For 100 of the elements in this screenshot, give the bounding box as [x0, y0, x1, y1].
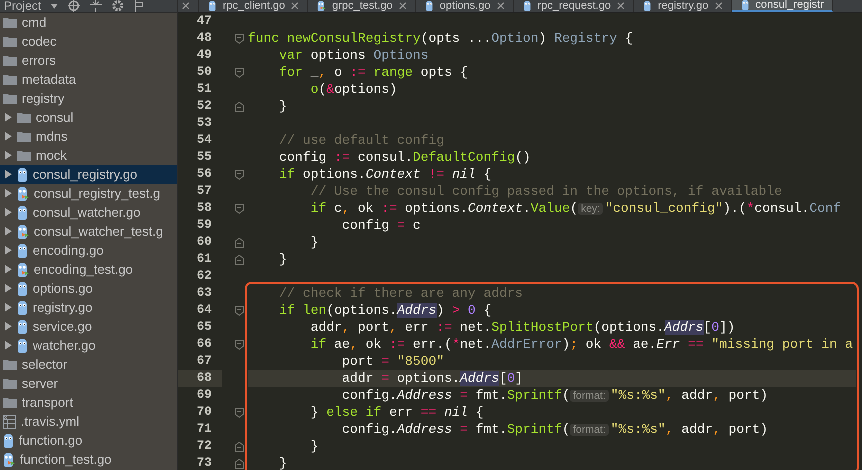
fold-marker-icon[interactable]	[235, 34, 244, 44]
collapsed-arrow-icon[interactable]	[4, 265, 12, 274]
tree-item[interactable]: function.go	[19, 433, 83, 448]
code-line: config.Address = fmt.Sprintf( format: "%s:%s", addr, port)	[341, 387, 770, 404]
tree-item[interactable]: consul	[36, 110, 74, 125]
collapsed-arrow-icon[interactable]	[4, 170, 12, 179]
collapsed-arrow-icon[interactable]	[4, 208, 12, 217]
line-number: 50	[196, 64, 213, 81]
line-number: 64	[196, 302, 213, 319]
tree-item[interactable]: codec	[22, 34, 57, 49]
collapsed-arrow-icon[interactable]	[4, 284, 12, 293]
code-line: } else if err == nil {	[310, 404, 485, 421]
gopher-icon	[17, 338, 28, 352]
gopher-icon	[17, 282, 28, 296]
tree-item[interactable]: errors	[22, 53, 56, 68]
line-number: 59	[196, 217, 213, 234]
tree-item[interactable]: options.go	[33, 281, 93, 296]
line-number: 57	[196, 183, 213, 200]
fold-marker-icon[interactable]	[235, 254, 244, 264]
line-number: 61	[196, 251, 213, 268]
collapsed-arrow-icon[interactable]	[4, 341, 12, 350]
gopher-test-icon	[17, 224, 29, 238]
folder-icon	[3, 378, 17, 389]
fold-marker-icon[interactable]	[235, 458, 244, 468]
tree-item[interactable]: .travis.yml	[21, 414, 80, 429]
tree-item[interactable]: mock	[36, 148, 68, 163]
code-line: // check if there are any addrs	[278, 285, 524, 302]
tree-item[interactable]: server	[22, 376, 58, 391]
gopher-icon	[17, 168, 28, 182]
fold-marker-icon[interactable]	[235, 306, 244, 316]
tree-item[interactable]: watcher.go	[33, 338, 96, 353]
fold-marker-icon[interactable]	[235, 238, 244, 248]
gopher-test-icon	[17, 186, 29, 200]
folder-icon	[17, 131, 31, 142]
tree-item[interactable]: encoding.go	[33, 243, 104, 258]
gopher-icon	[17, 300, 28, 314]
collapsed-arrow-icon[interactable]	[4, 303, 12, 312]
code-line: var options Options	[278, 47, 430, 64]
tree-item[interactable]: selector	[22, 357, 68, 372]
code-line: func newConsulRegistry(opts ...Option) Registry {	[248, 30, 634, 47]
editor-tab[interactable]: consul_registr	[732, 0, 834, 12]
fold-marker-icon[interactable]	[235, 408, 244, 418]
close-icon	[398, 2, 407, 10]
collapsed-arrow-icon[interactable]	[4, 113, 12, 122]
line-number: 56	[196, 166, 213, 183]
gopher-icon	[17, 206, 28, 220]
tree-item[interactable]: metadata	[22, 72, 76, 87]
gopher-icon	[3, 434, 14, 448]
folder-icon	[3, 93, 17, 104]
line-number: 72	[196, 438, 213, 455]
tree-item[interactable]: encoding_test.go	[34, 262, 134, 277]
folder-icon	[3, 36, 17, 47]
folder-icon	[3, 55, 17, 66]
tree-item[interactable]: registry.go	[33, 300, 93, 315]
tree-item[interactable]: function_test.go	[20, 452, 112, 467]
code-line: for _, o := range opts {	[278, 64, 470, 81]
folder-icon	[3, 74, 17, 85]
tree-item[interactable]: consul_watcher.go	[33, 205, 141, 220]
collapsed-arrow-icon[interactable]	[4, 151, 12, 160]
line-number: 69	[196, 387, 213, 404]
collapsed-arrow-icon[interactable]	[4, 227, 12, 236]
gopher-icon	[740, 0, 750, 10]
gopher-icon	[17, 244, 28, 258]
code-line: }	[278, 455, 288, 470]
tree-item[interactable]: consul_registry_test.g	[34, 186, 160, 201]
code-line: o(&options)	[310, 81, 398, 98]
tree-item[interactable]: cmd	[22, 15, 47, 30]
collapsed-arrow-icon[interactable]	[4, 246, 12, 255]
tree-item[interactable]: mdns	[36, 129, 68, 144]
line-number: 67	[196, 353, 213, 370]
fold-marker-icon[interactable]	[235, 442, 244, 452]
collapsed-arrow-icon[interactable]	[4, 132, 12, 141]
tree-item[interactable]: transport	[22, 395, 74, 410]
code-line: config = c	[341, 217, 422, 234]
line-number: 60	[196, 234, 213, 251]
fold-marker-icon[interactable]	[235, 170, 244, 180]
fold-marker-icon[interactable]	[235, 68, 244, 78]
line-number: 58	[196, 200, 213, 217]
tree-item[interactable]: registry	[22, 91, 65, 106]
folder-icon	[3, 17, 17, 28]
collapsed-arrow-icon[interactable]	[4, 322, 12, 331]
fold-marker-icon[interactable]	[235, 204, 244, 214]
close-icon	[496, 2, 505, 10]
code-line: if options.Context != nil {	[278, 166, 493, 183]
line-number: 71	[196, 421, 213, 438]
code-line: }	[278, 98, 288, 115]
line-number: 53	[196, 115, 213, 132]
tree-item[interactable]: consul_watcher_test.g	[34, 224, 164, 239]
editor-tab[interactable]: rpc_request.go	[514, 0, 634, 12]
table-file-icon	[3, 414, 16, 428]
line-number: 62	[196, 268, 213, 285]
close-icon	[291, 2, 300, 10]
dropdown-caret-icon	[51, 4, 58, 8]
line-number: 73	[196, 455, 213, 470]
fold-marker-icon[interactable]	[235, 340, 244, 350]
folder-icon	[17, 150, 31, 161]
tree-item[interactable]: service.go	[33, 319, 92, 334]
collapsed-arrow-icon[interactable]	[4, 189, 12, 198]
line-number: 66	[196, 336, 213, 353]
fold-marker-icon[interactable]	[235, 102, 244, 112]
